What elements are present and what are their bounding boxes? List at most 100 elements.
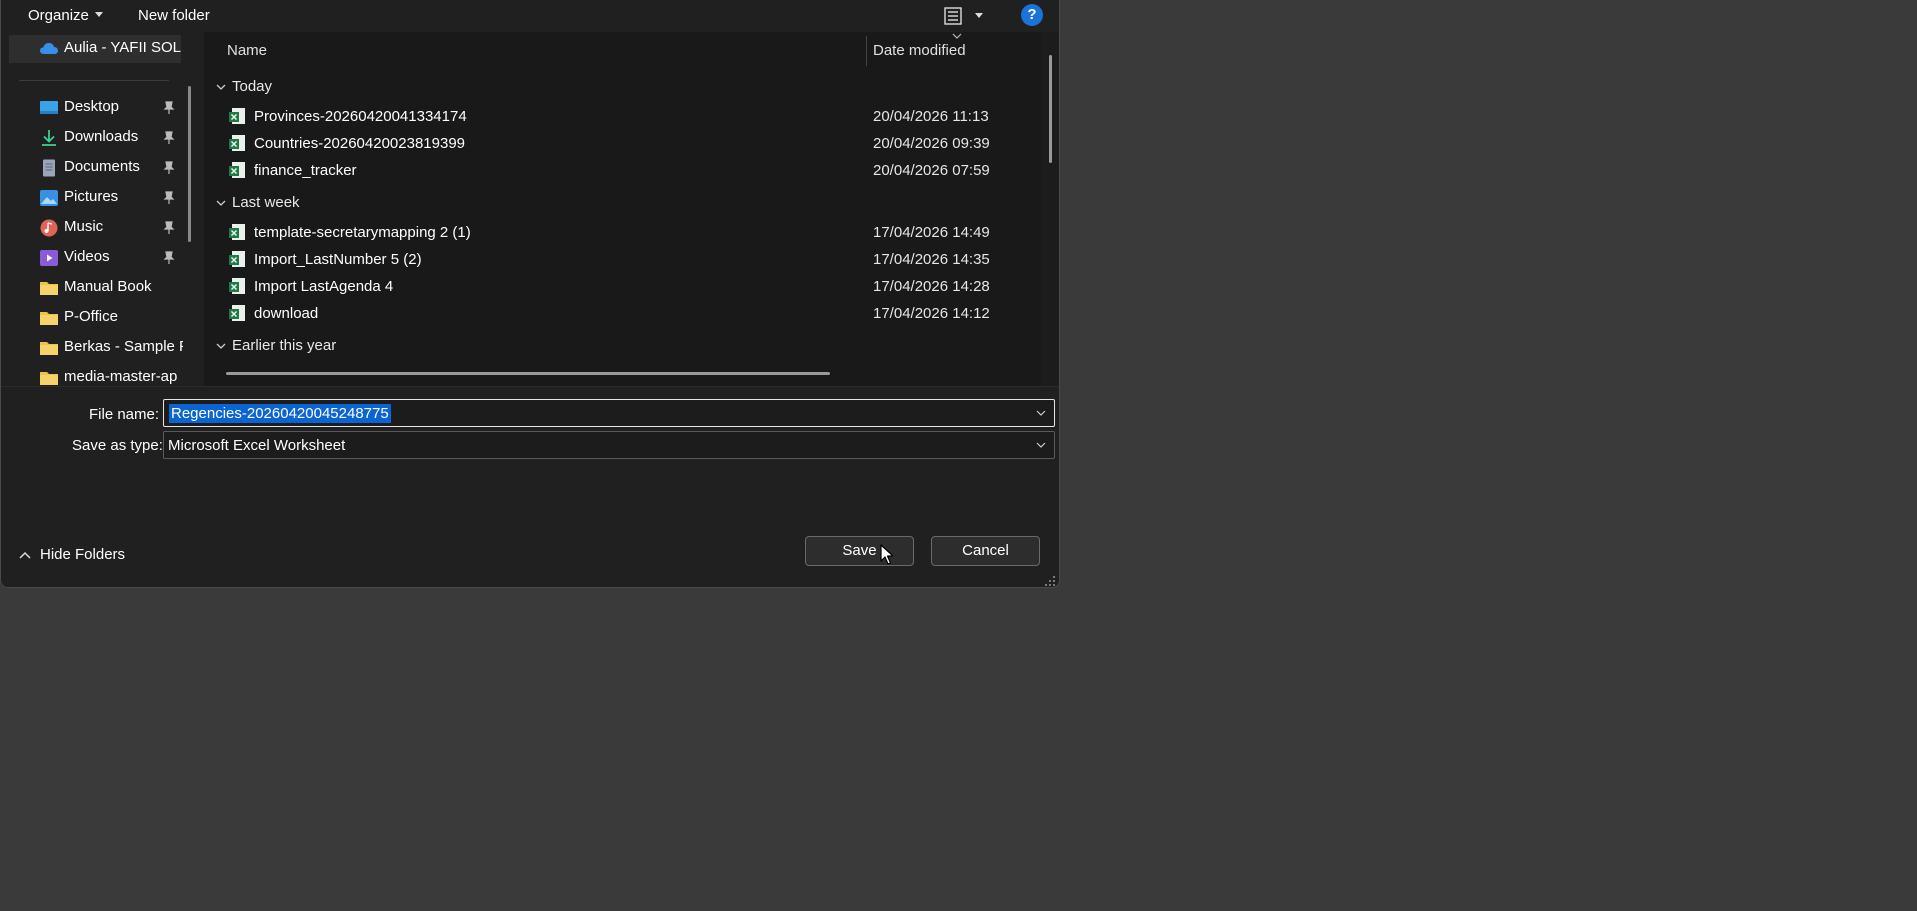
save-form: File name: Regencies-20260420045248775 S…	[1, 386, 1059, 587]
nav-divider	[19, 80, 169, 81]
horizontal-scrollbar-thumb[interactable]	[226, 372, 830, 375]
nav-item-pictures[interactable]: Pictures	[1, 184, 183, 212]
file-row[interactable]: template-secretarymapping 2 (1) 17/04/20…	[204, 219, 1034, 246]
file-date: 17/04/2026 14:35	[873, 251, 990, 268]
folder-icon	[40, 282, 58, 295]
pin-icon	[163, 161, 175, 174]
excel-file-icon	[229, 278, 245, 294]
file-name: finance_tracker	[254, 162, 357, 179]
column-divider[interactable]	[866, 36, 867, 66]
cancel-button[interactable]: Cancel	[931, 536, 1040, 566]
excel-file-icon	[229, 162, 245, 178]
pin-icon	[163, 101, 175, 114]
organize-label: Organize	[28, 7, 89, 24]
nav-item-documents[interactable]: Documents	[1, 154, 183, 182]
nav-item-media-master[interactable]: media-master-ap	[1, 364, 183, 386]
chevron-up-icon	[19, 551, 31, 559]
file-row[interactable]: finance_tracker 20/04/2026 07:59	[204, 157, 1034, 184]
videos-icon	[40, 250, 58, 266]
chevron-down-icon[interactable]	[1036, 410, 1046, 417]
chevron-down-icon	[216, 84, 226, 90]
file-date: 17/04/2026 14:49	[873, 224, 990, 241]
list-view-icon	[944, 7, 962, 25]
download-icon	[42, 130, 56, 146]
file-date: 20/04/2026 09:39	[873, 135, 990, 152]
nav-item-label: Desktop	[64, 98, 120, 115]
nav-item-videos[interactable]: Videos	[1, 244, 183, 272]
file-date: 17/04/2026 14:12	[873, 305, 990, 322]
nav-item-label: Manual Book	[64, 278, 152, 295]
save-as-dialog: Organize New folder ? Aulia - YAFII SOLU	[0, 0, 1060, 588]
group-label: Today	[232, 78, 273, 95]
folder-icon	[40, 342, 58, 355]
save-as-type-select[interactable]: Microsoft Excel Worksheet	[163, 431, 1055, 459]
excel-file-icon	[229, 135, 245, 151]
mouse-cursor-icon	[880, 544, 894, 565]
nav-item-label: Berkas - Sample F	[64, 338, 183, 355]
column-header-name[interactable]: Name	[227, 42, 267, 59]
file-row[interactable]: Import_LastNumber 5 (2) 17/04/2026 14:35	[204, 246, 1034, 273]
save-button[interactable]: Save	[805, 536, 914, 566]
pin-icon	[163, 131, 175, 144]
save-as-type-label: Save as type:	[72, 437, 163, 454]
chevron-down-icon	[216, 343, 226, 349]
nav-scrollbar-thumb[interactable]	[188, 86, 191, 242]
resize-grip-icon[interactable]	[1044, 575, 1056, 587]
group-label: Earlier this year	[232, 337, 337, 354]
navigation-pane: Aulia - YAFII SOLU Desktop Downloads Doc…	[1, 32, 196, 386]
file-name-input[interactable]: Regencies-20260420045248775	[163, 399, 1055, 427]
nav-item-label: Videos	[64, 248, 110, 265]
new-folder-button[interactable]: New folder	[138, 5, 210, 27]
chevron-down-icon	[975, 13, 983, 18]
file-row[interactable]: download 17/04/2026 14:12	[204, 300, 1034, 327]
cloud-icon	[40, 43, 58, 54]
column-header-row: Name Date modified	[204, 32, 1041, 70]
nav-item-desktop[interactable]: Desktop	[1, 94, 183, 122]
nav-item-label: P-Office	[64, 308, 118, 325]
nav-item-label: Documents	[64, 158, 140, 175]
organize-button[interactable]: Organize	[28, 5, 103, 27]
column-header-date-modified[interactable]: Date modified	[873, 42, 966, 59]
file-list: Name Date modified Today Provinces-20260…	[204, 32, 1041, 386]
nav-item-manual-book[interactable]: Manual Book	[1, 274, 183, 302]
nav-item-p-office[interactable]: P-Office	[1, 304, 183, 332]
nav-item-onedrive[interactable]: Aulia - YAFII SOLU	[9, 35, 181, 63]
hide-folders-label: Hide Folders	[40, 546, 126, 563]
chevron-down-icon	[1036, 442, 1046, 448]
desktop-icon	[40, 101, 58, 114]
file-name-label: File name:	[89, 406, 160, 423]
nav-item-label: Aulia - YAFII SOLU	[64, 39, 181, 56]
chevron-down-icon	[216, 200, 226, 206]
folder-icon	[40, 312, 58, 325]
file-name-selected-text: Regencies-20260420045248775	[169, 404, 391, 423]
file-name: template-secretarymapping 2 (1)	[254, 224, 471, 241]
view-options-button[interactable]	[941, 4, 987, 28]
file-date: 17/04/2026 14:28	[873, 278, 990, 295]
file-row[interactable]: Countries-20260420023819399 20/04/2026 0…	[204, 130, 1034, 157]
music-icon	[40, 219, 58, 237]
nav-item-label: Pictures	[64, 188, 119, 205]
save-as-type-value: Microsoft Excel Worksheet	[168, 437, 346, 454]
excel-file-icon	[229, 251, 245, 267]
vertical-scrollbar-thumb[interactable]	[1049, 55, 1052, 163]
chevron-down-icon	[94, 12, 103, 17]
nav-item-music[interactable]: Music	[1, 214, 183, 242]
toolbar: Organize New folder ?	[1, 0, 1059, 32]
excel-file-icon	[229, 305, 245, 321]
pin-icon	[163, 221, 175, 234]
file-name: Import LastAgenda 4	[254, 278, 394, 295]
file-name: download	[254, 305, 319, 322]
file-name: Import_LastNumber 5 (2)	[254, 251, 422, 268]
file-row[interactable]: Import LastAgenda 4 17/04/2026 14:28	[204, 273, 1034, 300]
folder-icon	[40, 372, 58, 385]
documents-icon	[43, 159, 55, 177]
pin-icon	[163, 191, 175, 204]
file-row[interactable]: Provinces-20260420041334174 20/04/2026 1…	[204, 103, 1034, 130]
excel-file-icon	[229, 224, 245, 240]
pin-icon	[163, 251, 175, 264]
nav-item-berkas-sample[interactable]: Berkas - Sample F	[1, 334, 183, 362]
excel-file-icon	[229, 108, 245, 124]
nav-item-downloads[interactable]: Downloads	[1, 124, 183, 152]
help-button[interactable]: ?	[1021, 4, 1043, 26]
file-date: 20/04/2026 07:59	[873, 162, 990, 179]
